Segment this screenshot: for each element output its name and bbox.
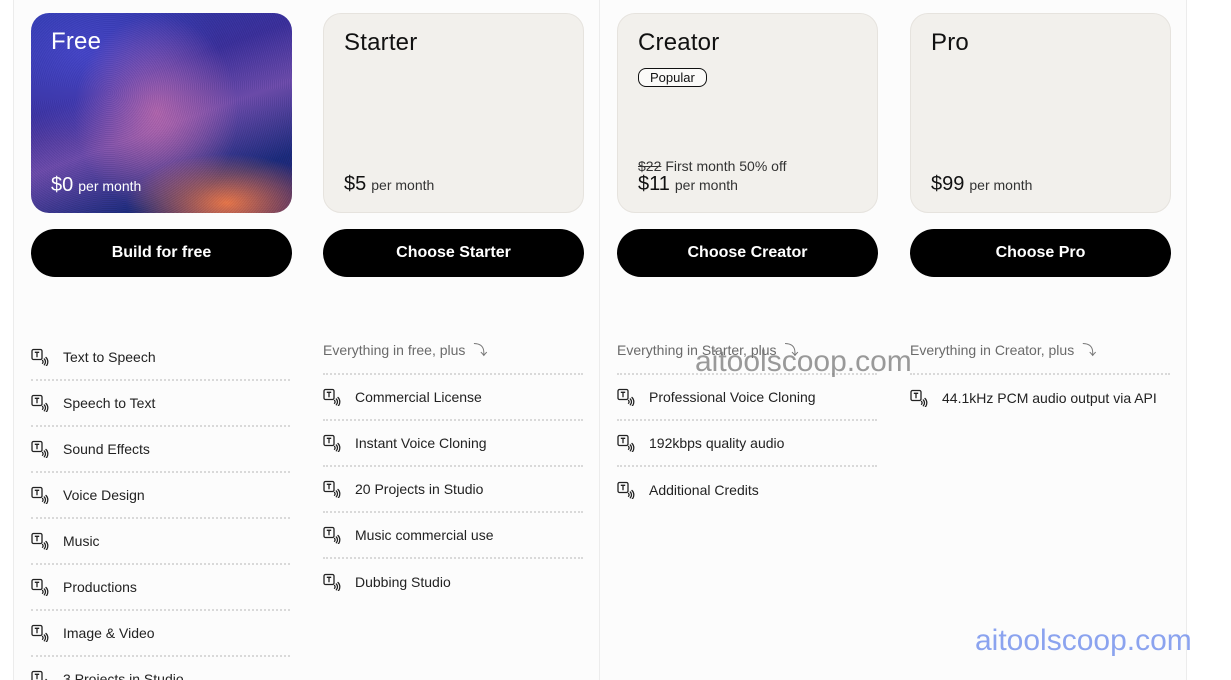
feature-item: 192kbps quality audio [617, 421, 877, 467]
feature-item: 44.1kHz PCM audio output via API [910, 375, 1170, 421]
old-price: $22 [638, 158, 662, 174]
plan-column-starter: Starter $5 per month Choose Starter Ever… [306, 0, 600, 680]
plan-card-free: Free $0 per month [31, 13, 292, 213]
build-for-free-button[interactable]: Build for free [31, 229, 292, 277]
intro-text: Everything in free, plus [323, 342, 466, 358]
feature-item: Text to Speech [31, 335, 290, 381]
feature-label: Music [63, 533, 100, 549]
feature-label: Voice Design [63, 487, 145, 503]
feature-item: Music [31, 519, 290, 565]
feature-item: Commercial License [323, 375, 583, 421]
text-to-speech-icon [31, 440, 49, 458]
plan-intro: Everything in Starter, plus ⤵ [617, 339, 877, 375]
price-period: per month [371, 177, 435, 193]
price-period: per month [674, 177, 738, 193]
feature-list-pro: 44.1kHz PCM audio output via API [910, 375, 1170, 421]
text-to-speech-icon [31, 624, 49, 642]
feature-label: 192kbps quality audio [649, 435, 785, 451]
feature-item: Dubbing Studio [323, 559, 583, 605]
plan-card-starter: Starter $5 per month [323, 13, 584, 213]
plan-price: $0 [51, 174, 74, 196]
plan-name: Pro [931, 29, 969, 56]
text-to-speech-icon [910, 389, 928, 407]
feature-label: 3 Projects in Studio [63, 671, 184, 680]
feature-label: Additional Credits [649, 482, 759, 498]
plan-card-pro: Pro $99 per month [910, 13, 1171, 213]
pricing-page: Free $0 per month Build for free Text to… [0, 0, 1231, 680]
feature-label: Music commercial use [355, 527, 494, 543]
text-to-speech-icon [323, 434, 341, 452]
popular-badge: Popular [638, 68, 707, 87]
text-to-speech-icon [31, 348, 49, 366]
text-to-speech-icon [617, 434, 635, 452]
text-to-speech-icon [31, 578, 49, 596]
feature-list-creator: Professional Voice Cloning 192kbps quali… [617, 375, 877, 513]
plan-name: Starter [344, 29, 418, 56]
plan-column-free: Free $0 per month Build for free Text to… [13, 0, 307, 680]
feature-label: Professional Voice Cloning [649, 389, 816, 405]
intro-text: Everything in Starter, plus [617, 342, 777, 358]
feature-label: Dubbing Studio [355, 574, 451, 590]
feature-label: Instant Voice Cloning [355, 435, 487, 451]
text-to-speech-icon [323, 573, 341, 591]
plan-intro: Everything in free, plus ⤵ [323, 339, 583, 375]
plan-name: Creator [638, 29, 720, 56]
choose-creator-button[interactable]: Choose Creator [617, 229, 878, 277]
choose-pro-button[interactable]: Choose Pro [910, 229, 1171, 277]
feature-item: Image & Video [31, 611, 290, 657]
feature-item: Productions [31, 565, 290, 611]
feature-item: Additional Credits [617, 467, 877, 513]
curved-arrow-down-icon: ⤵ [784, 342, 799, 358]
feature-label: 20 Projects in Studio [355, 481, 484, 497]
feature-item: Speech to Text [31, 381, 290, 427]
plan-column-creator: Creator Popular $22 First month 50% off $… [600, 0, 894, 680]
plan-intro: Everything in Creator, plus ⤵ [910, 339, 1170, 375]
feature-item: Music commercial use [323, 513, 583, 559]
feature-label: Image & Video [63, 625, 155, 641]
feature-item: Instant Voice Cloning [323, 421, 583, 467]
feature-item: Professional Voice Cloning [617, 375, 877, 421]
price-line: $5 per month [344, 173, 434, 196]
feature-item: Sound Effects [31, 427, 290, 473]
curved-arrow-down-icon: ⤵ [473, 342, 488, 358]
plan-name: Free [51, 28, 102, 55]
text-to-speech-icon [323, 388, 341, 406]
feature-item: 3 Projects in Studio [31, 657, 290, 680]
text-to-speech-icon [617, 481, 635, 499]
intro-text: Everything in Creator, plus [910, 342, 1075, 358]
curved-arrow-down-icon: ⤵ [1082, 342, 1097, 358]
plan-card-creator: Creator Popular $22 First month 50% off $… [617, 13, 878, 213]
feature-item: Voice Design [31, 473, 290, 519]
plan-price: $99 [931, 173, 965, 195]
plan-price: $5 [344, 173, 367, 195]
feature-label: Sound Effects [63, 441, 150, 457]
feature-item: 20 Projects in Studio [323, 467, 583, 513]
plan-column-pro: Pro $99 per month Choose Pro Everything … [893, 0, 1187, 680]
price-line: $99 per month [931, 173, 1032, 196]
choose-starter-button[interactable]: Choose Starter [323, 229, 584, 277]
discount-note: $22 First month 50% off [638, 158, 787, 174]
text-to-speech-icon [31, 670, 49, 680]
feature-list-starter: Commercial License Instant Voice Cloning… [323, 375, 583, 605]
feature-list-free: Text to Speech Speech to Text Sound Effe… [31, 335, 290, 680]
feature-label: Text to Speech [63, 349, 156, 365]
feature-label: Speech to Text [63, 395, 156, 411]
text-to-speech-icon [323, 480, 341, 498]
discount-text: First month 50% off [665, 158, 787, 174]
feature-label: Commercial License [355, 389, 482, 405]
text-to-speech-icon [31, 486, 49, 504]
price-period: per month [78, 178, 142, 194]
feature-label: Productions [63, 579, 137, 595]
text-to-speech-icon [323, 526, 341, 544]
feature-label: 44.1kHz PCM audio output via API [942, 390, 1157, 406]
price-period: per month [969, 177, 1033, 193]
text-to-speech-icon [31, 394, 49, 412]
price-line: $11 per month [638, 173, 738, 196]
text-to-speech-icon [31, 532, 49, 550]
price-line: $0 per month [51, 174, 141, 197]
text-to-speech-icon [617, 388, 635, 406]
plan-price: $11 [638, 173, 670, 195]
